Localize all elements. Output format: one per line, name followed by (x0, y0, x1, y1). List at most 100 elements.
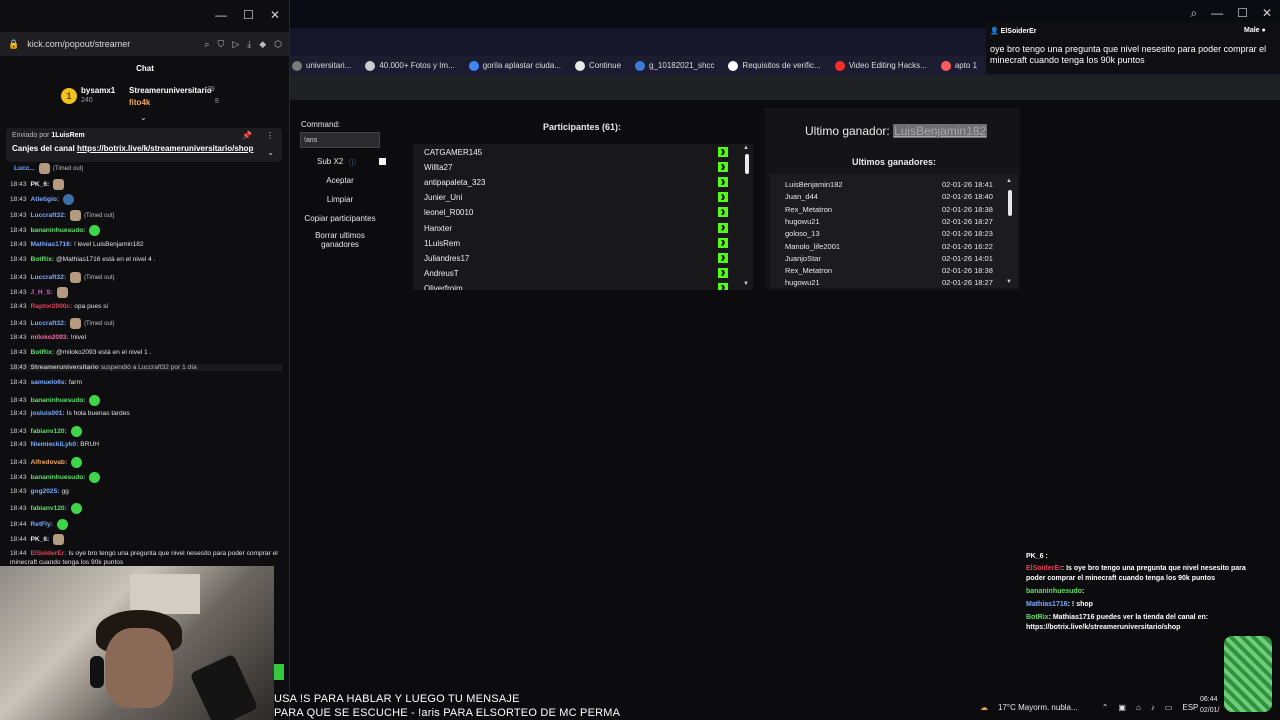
close-button[interactable]: ✕ (270, 8, 280, 22)
message-username[interactable]: Mathias1716: (31, 241, 72, 248)
participant-row[interactable]: CATGAMER145 (424, 147, 746, 157)
network-icon[interactable]: ⌂ (1136, 703, 1141, 712)
winner-row[interactable]: LuisBenjamin182 02-01-26 18:41 (785, 180, 995, 189)
scroll-up-icon[interactable]: ▲ (743, 145, 749, 151)
more-options-icon[interactable]: ⋮ (266, 131, 274, 140)
winner-row[interactable]: hugowu21 02-01-26 18:27 (785, 217, 995, 226)
maximize-button[interactable]: ☐ (243, 8, 254, 22)
collapse-chevron-icon[interactable]: ⌄ (140, 113, 147, 122)
participant-row[interactable]: leonel_R0010 (424, 207, 746, 218)
participants-scrollbar[interactable] (745, 154, 749, 174)
leader-user-2[interactable]: Streameruniversitario (129, 86, 212, 95)
participant-row[interactable]: AndreusT (424, 267, 746, 278)
message-username[interactable]: Luccraft32: (31, 320, 67, 327)
leader-user-3[interactable]: fito4k (129, 98, 150, 107)
message-username[interactable]: samuelo6s: (31, 379, 67, 386)
message-username[interactable]: Alfredovab: (31, 459, 68, 466)
extension-diamond-icon[interactable]: ◆ (259, 39, 266, 50)
language-indicator[interactable]: ESP (1182, 703, 1198, 712)
bookmark-item[interactable]: gorila aplastar ciuda... (468, 60, 561, 71)
pin-icon[interactable]: 📌 (242, 131, 252, 140)
message-username[interactable]: josluis001: (31, 410, 65, 417)
message-username[interactable]: Lucc... (14, 165, 35, 172)
participant-row[interactable]: 1LuisRem (424, 237, 746, 248)
message-username[interactable]: NiemieckiLyk0: (31, 441, 79, 448)
send-icon[interactable]: ▷ (232, 39, 239, 50)
participant-row[interactable]: Junier_Uni (424, 192, 746, 203)
winner-row[interactable]: Manolo_life2001 02-01-26 16:22 (785, 242, 995, 251)
shield-icon[interactable]: ⛉ (218, 39, 225, 50)
message-username[interactable]: bananinhuesudo: (31, 474, 86, 481)
leader-user-1[interactable]: bysamx1 (81, 86, 115, 95)
weather-text[interactable]: 17°C Mayorm. nubla... (998, 703, 1078, 712)
message-username[interactable]: BotRix: (31, 256, 54, 263)
accept-button[interactable]: Aceptar (300, 176, 380, 185)
message-username[interactable]: PK_6: (31, 536, 50, 543)
clear-button[interactable]: Limpiar (300, 195, 380, 204)
message-username[interactable]: fabianv120: (31, 428, 67, 435)
participant-row[interactable]: antipapaleta_323 (424, 177, 746, 188)
battery-icon[interactable]: ▭ (1165, 703, 1173, 712)
download-icon[interactable]: ⤓ (247, 39, 251, 50)
copy-participants-button[interactable]: Copiar participantes (300, 214, 380, 223)
message-username[interactable]: RetFly: (31, 521, 53, 528)
message-username[interactable]: Streameruniversitario (31, 364, 99, 371)
message-username[interactable]: ElSolderEr: (31, 550, 67, 557)
close-button[interactable]: ✕ (1262, 6, 1272, 21)
scroll-down-icon[interactable]: ▼ (743, 281, 749, 287)
message-username[interactable]: PK_6: (31, 181, 50, 188)
info-icon[interactable]: ⓘ (349, 158, 356, 168)
bookmark-item[interactable]: 40.000+ Fotos y Im... (365, 60, 455, 71)
winner-row[interactable]: Rex_Metatron 02-01-26 18:38 (785, 266, 995, 275)
message-username[interactable]: bananinhuesudo: (31, 397, 86, 404)
scroll-up-icon[interactable]: ▲ (1006, 178, 1012, 184)
scroll-down-icon[interactable]: ▼ (1006, 279, 1012, 285)
winner-row[interactable]: Juan_d44 02-01-26 18:40 (785, 192, 995, 201)
delete-last-winners-button[interactable]: Borrar ultimos ganadores (300, 231, 380, 249)
address-bar[interactable]: 🔒 kick.com/popout/streamer ⌕ ⛉ ▷ ⤓ ◆ ⬡ (0, 32, 289, 56)
pinned-message[interactable]: Enviado por 1LuisRem Canjes del canal ht… (6, 128, 282, 162)
taskbar-clock[interactable]: 06:44 02/01/ (1200, 694, 1219, 716)
message-username[interactable]: J_H_S: (31, 289, 53, 296)
bookmark-item[interactable]: apto 1 (940, 60, 977, 71)
participant-row[interactable]: Hanxter (424, 222, 746, 233)
bookmark-item[interactable]: Continue (575, 60, 621, 71)
tray-chevron-icon[interactable]: ⌃ (1102, 703, 1109, 712)
sub-x2-checkbox[interactable] (379, 158, 386, 165)
bookmark-item[interactable]: g_10182021_shcc (635, 60, 714, 71)
message-username[interactable]: Luccraft32: (31, 212, 67, 219)
message-username[interactable]: Raptor2000c: (31, 303, 73, 310)
message-username[interactable]: bananinhuesudo: (31, 227, 86, 234)
message-username[interactable]: Atletigio: (31, 196, 60, 203)
tray-app-icon[interactable]: ▣ (1118, 703, 1126, 712)
search-icon[interactable]: ⌕ (1190, 6, 1197, 21)
weather-icon[interactable]: ☁ (980, 703, 988, 712)
participant-row[interactable]: Juliandres17 (424, 252, 746, 263)
command-input[interactable] (300, 132, 380, 148)
participant-row[interactable]: Oliverfroim (424, 282, 746, 290)
winner-row[interactable]: JuanjoStar 02-01-26 14:01 (785, 254, 995, 263)
last-winner-name[interactable]: LuisBenjamin182 (893, 124, 988, 138)
winners-scrollbar[interactable] (1008, 190, 1012, 216)
winner-row[interactable]: Rex_Metatron 02-01-26 18:38 (785, 205, 995, 214)
bookmark-item[interactable]: universitari... (292, 60, 351, 71)
message-username[interactable]: fabianv120: (31, 505, 67, 512)
chevron-down-icon[interactable]: ⌄ (267, 148, 274, 157)
message-username[interactable]: BotRix: (31, 349, 54, 356)
participants-list[interactable]: CATGAMER145 Willta27 antipapaleta_323 Junie… (413, 144, 753, 290)
participant-row[interactable]: Willta27 (424, 162, 746, 173)
maximize-button[interactable]: ☐ (1237, 6, 1248, 21)
message-username[interactable]: Luccraft32: (31, 274, 67, 281)
volume-icon[interactable]: ♪ (1151, 703, 1155, 712)
message-username[interactable]: miloko2093: (31, 334, 69, 341)
bookmark-item[interactable]: Video Editing Hacks... (834, 60, 927, 71)
pinned-message-link[interactable]: https://botrix.live/k/streameruniversita… (77, 144, 254, 153)
winners-list[interactable]: LuisBenjamin182 02-01-26 18:41 Juan_d44 02-… (770, 174, 1018, 288)
extension-cube-icon[interactable]: ⬡ (274, 39, 282, 50)
message-username[interactable]: gog2025: (31, 488, 60, 495)
minimize-button[interactable]: — (215, 8, 227, 22)
winner-row[interactable]: hugowu21 02-01-26 18:27 (785, 278, 995, 287)
winner-row[interactable]: goloso_13 02-01-26 18:23 (785, 229, 995, 238)
bookmark-item[interactable]: Requisitos de verific... (728, 60, 821, 71)
search-page-icon[interactable]: ⌕ (205, 39, 210, 50)
